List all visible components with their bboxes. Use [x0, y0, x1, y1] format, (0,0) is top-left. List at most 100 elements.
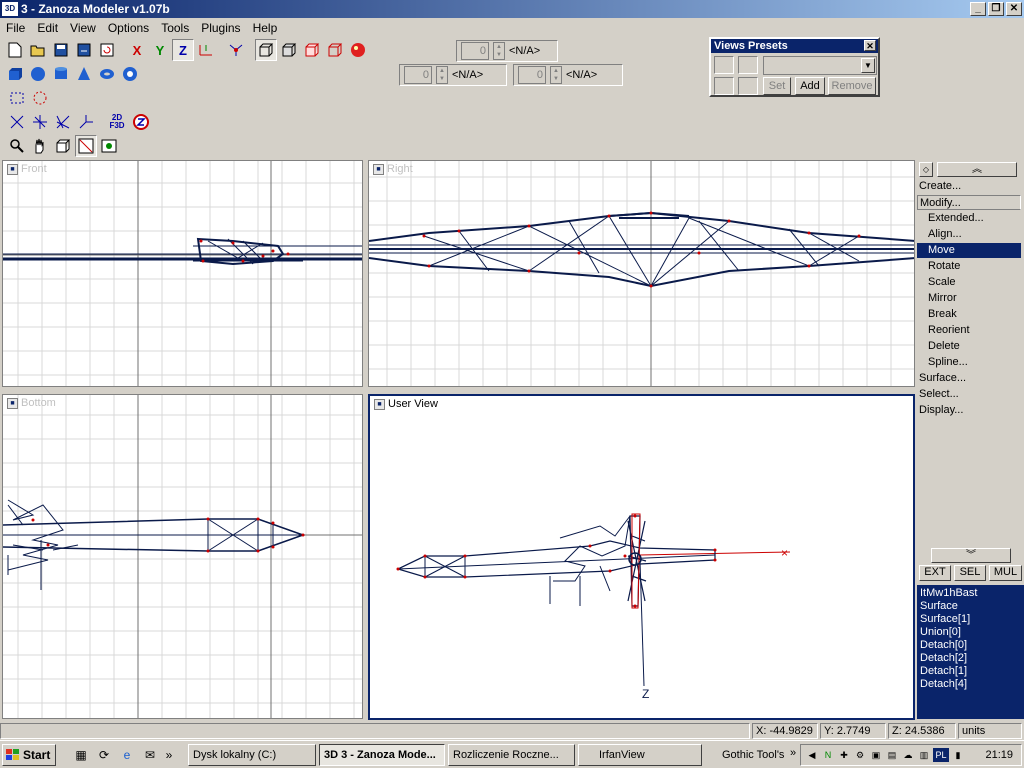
axis-xy-icon[interactable]: [195, 39, 217, 61]
new-file-icon[interactable]: [4, 39, 26, 61]
ext-button[interactable]: EXT: [919, 565, 951, 581]
save-as-icon[interactable]: [73, 39, 95, 61]
viewport-bottom[interactable]: ■ Bottom: [2, 394, 363, 719]
command-item[interactable]: Rotate: [917, 259, 1021, 274]
zoom-icon[interactable]: [6, 135, 28, 157]
object-list-item[interactable]: ItMw1hBast: [920, 587, 1021, 600]
axis-z-button[interactable]: Z: [172, 39, 194, 61]
object-list[interactable]: ItMw1hBast Surface Surface[1] Union[0] Detac…: [917, 585, 1024, 719]
object-list-item[interactable]: Detach[0]: [920, 639, 1021, 652]
presets-dropdown[interactable]: ▼: [763, 56, 877, 75]
command-item[interactable]: Mirror: [917, 291, 1021, 306]
circle-select-icon[interactable]: [29, 87, 51, 109]
command-item[interactable]: Spline...: [917, 355, 1021, 370]
grid-toggle-icon[interactable]: [75, 135, 97, 157]
object-list-item[interactable]: Surface[1]: [920, 613, 1021, 626]
preset-slot-2[interactable]: [738, 56, 758, 74]
spinner-left-value[interactable]: 0: [404, 66, 432, 84]
geosphere-primitive-icon[interactable]: [119, 63, 141, 85]
axis-y-button[interactable]: Y: [149, 39, 171, 61]
chat-icon[interactable]: ☁: [901, 748, 915, 762]
viewport-front[interactable]: ■ Front: [2, 160, 363, 387]
command-item[interactable]: Modify...: [917, 195, 1021, 210]
maximize-button[interactable]: ❐: [988, 2, 1004, 16]
spinner-top-value[interactable]: 0: [461, 42, 489, 60]
command-item[interactable]: Surface...: [917, 371, 1021, 386]
shaded-cube-icon[interactable]: [301, 39, 323, 61]
mul-button[interactable]: MUL: [989, 565, 1022, 581]
scroll-up-icon[interactable]: ︽: [937, 162, 1017, 177]
start-button[interactable]: Start: [2, 744, 56, 766]
mode-2d3d-button[interactable]: 2D F3D: [105, 111, 129, 133]
render-sphere-icon[interactable]: [347, 39, 369, 61]
viewport-menu-icon[interactable]: ■: [7, 398, 18, 409]
task-disk[interactable]: Dysk lokalny (C:): [188, 744, 316, 766]
pan-hand-icon[interactable]: [29, 135, 51, 157]
close-button[interactable]: ✕: [1006, 2, 1022, 16]
display-icon[interactable]: ▤: [885, 748, 899, 762]
antivirus-icon[interactable]: ✚: [837, 748, 851, 762]
viewport-user[interactable]: × ■ User View Z: [368, 394, 915, 720]
preset-add-button[interactable]: Add: [795, 77, 825, 95]
command-item[interactable]: Delete: [917, 339, 1021, 354]
rect-select-icon[interactable]: [6, 87, 28, 109]
object-list-item[interactable]: Surface: [920, 600, 1021, 613]
pivot-icon[interactable]: [225, 39, 247, 61]
sphere-primitive-icon[interactable]: [27, 63, 49, 85]
move-transform-icon[interactable]: [6, 111, 28, 133]
viewport-right[interactable]: ■ Right: [368, 160, 915, 387]
preset-remove-button[interactable]: Remove: [828, 77, 876, 95]
scale-transform-icon[interactable]: [52, 111, 74, 133]
object-list-item[interactable]: Detach[1]: [920, 665, 1021, 678]
command-item[interactable]: Create...: [917, 179, 1021, 194]
sync-icon[interactable]: ⟳: [96, 747, 112, 763]
command-item[interactable]: Align...: [917, 227, 1021, 242]
menu-plugins[interactable]: Plugins: [195, 21, 246, 35]
open-folder-icon[interactable]: [27, 39, 49, 61]
command-item[interactable]: Extended...: [917, 211, 1021, 226]
battery-icon[interactable]: ▮: [951, 748, 965, 762]
sel-button[interactable]: SEL: [954, 565, 986, 581]
clock[interactable]: 21:19: [985, 749, 1013, 761]
task-irfanview[interactable]: IrfanView: [578, 744, 702, 766]
views-presets-close-icon[interactable]: ✕: [864, 40, 876, 51]
command-item[interactable]: Select...: [917, 387, 1021, 402]
language-indicator[interactable]: PL: [933, 748, 949, 762]
preset-set-button[interactable]: Set: [763, 77, 791, 95]
viewport-menu-icon[interactable]: ■: [373, 164, 384, 175]
desktop-icon[interactable]: ▦: [73, 747, 89, 763]
object-list-item[interactable]: Union[0]: [920, 626, 1021, 639]
menu-options[interactable]: Options: [102, 21, 155, 35]
printer-icon[interactable]: ▥: [917, 748, 931, 762]
preset-slot-4[interactable]: [738, 77, 758, 95]
cone-primitive-icon[interactable]: [73, 63, 95, 85]
command-item[interactable]: Display...: [917, 403, 1021, 418]
monitor-icon[interactable]: ▣: [869, 748, 883, 762]
command-item[interactable]: Break: [917, 307, 1021, 322]
screenshot-icon[interactable]: [98, 135, 120, 157]
chevron-down-icon[interactable]: ▼: [861, 58, 875, 73]
scroll-down-icon[interactable]: ︾: [931, 548, 1011, 563]
spinner-top-arrows[interactable]: ▲ ▼: [493, 42, 505, 60]
ie-icon[interactable]: e: [119, 747, 135, 763]
viewport-menu-icon[interactable]: ■: [7, 164, 18, 175]
spinner-right-arrows[interactable]: ▲ ▼: [550, 66, 562, 84]
speaker-icon[interactable]: ◀: [805, 748, 819, 762]
viewport-menu-icon[interactable]: ■: [374, 399, 385, 410]
refresh-icon[interactable]: [96, 39, 118, 61]
cylinder-primitive-icon[interactable]: [50, 63, 72, 85]
menu-help[interactable]: Help: [247, 21, 284, 35]
panel-toggle-icon[interactable]: ◇: [919, 162, 933, 177]
network-icon[interactable]: N: [821, 748, 835, 762]
quicklaunch-more-icon[interactable]: »: [164, 747, 174, 763]
toolbar-more-icon[interactable]: »: [790, 747, 796, 759]
toolbar-label[interactable]: Gothic Tool's: [722, 749, 784, 761]
save-icon[interactable]: [50, 39, 72, 61]
box-primitive-icon[interactable]: [4, 63, 26, 85]
spinner-right-value[interactable]: 0: [518, 66, 546, 84]
z-circle-icon[interactable]: [130, 111, 152, 133]
spinner-left-arrows[interactable]: ▲ ▼: [436, 66, 448, 84]
torus-primitive-icon[interactable]: [96, 63, 118, 85]
preset-slot-1[interactable]: [714, 56, 734, 74]
views-presets-title[interactable]: Views Presets ✕: [711, 39, 878, 53]
